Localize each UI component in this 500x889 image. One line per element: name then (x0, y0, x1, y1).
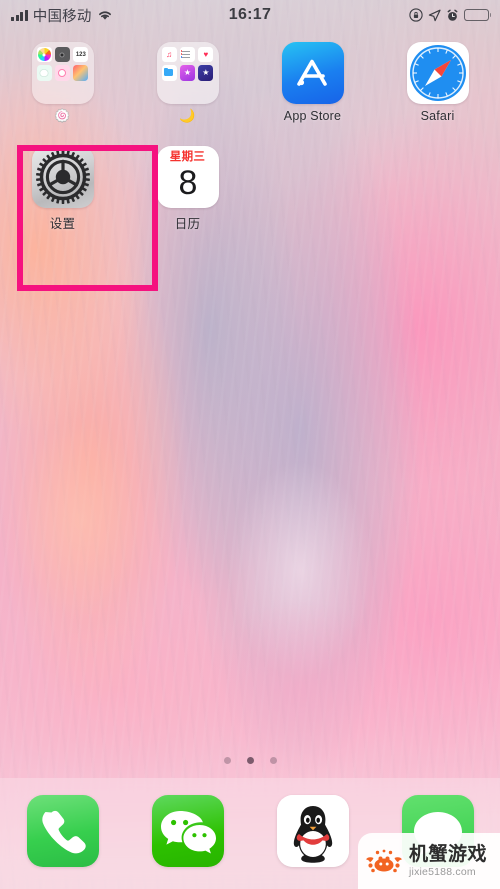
watermark-url: jixie5188.com (409, 865, 476, 878)
app-settings[interactable]: 设置 (0, 146, 125, 250)
gear-icon (31, 146, 94, 208)
qq-penguin-icon (276, 795, 349, 867)
mini-music-icon: ♫ (161, 47, 177, 63)
folder-2-label: 🌙 (179, 108, 196, 123)
app-row-1: 123 🍥 ♫ ♥ ★ ★ 🌙 App Store Safari (0, 42, 500, 146)
dock-cell-wechat[interactable] (125, 795, 250, 867)
watermark-text: 机蟹游戏 jixie5188.com (409, 845, 487, 878)
app-app-store[interactable]: App Store (250, 42, 375, 146)
mini-files-icon (161, 65, 177, 81)
app-calendar[interactable]: 星期三 8 日历 (125, 146, 250, 250)
app-store-icon (281, 42, 344, 104)
phone-handset-icon (26, 795, 99, 867)
carrier-label: 中国移动 (32, 8, 92, 25)
wechat-bubbles-icon (151, 795, 224, 867)
calendar-label: 日历 (174, 217, 201, 231)
app-safari[interactable]: Safari (375, 42, 500, 146)
mini-camera-icon (54, 47, 71, 63)
app-folder-1[interactable]: 123 🍥 (0, 42, 125, 146)
mini-calculator-icon: 123 (73, 47, 89, 63)
mini-appstore-dark-icon: ★ (198, 65, 214, 81)
signal-bars-icon (11, 9, 28, 21)
mini-pink-ring-app-icon (54, 65, 71, 81)
page-dot-1[interactable] (223, 757, 231, 764)
crab-logo-icon (364, 845, 404, 877)
empty-cell (250, 146, 375, 250)
calendar-day-of-week: 星期三 (169, 151, 206, 163)
status-bar-right (409, 8, 492, 22)
folder-preview: 123 (31, 42, 94, 104)
site-watermark: 机蟹游戏 jixie5188.com (358, 833, 500, 889)
settings-label: 设置 (49, 217, 76, 231)
mini-reminders-icon (179, 47, 196, 63)
folder-1-label: 🍥 (54, 108, 71, 123)
safari-label: Safari (420, 109, 455, 123)
app-row-2: 设置 星期三 8 日历 (0, 146, 500, 250)
mini-face-app-icon (36, 65, 52, 81)
app-icon-grid: 123 🍥 ♫ ♥ ★ ★ 🌙 App Store Safari 设置 星期三 … (0, 42, 500, 250)
mini-photos-icon (36, 47, 52, 63)
empty-cell (375, 146, 500, 250)
dock-cell-phone[interactable] (0, 795, 125, 867)
page-dot-3[interactable] (269, 757, 277, 764)
iphone-home-screen: 中国移动 16:17 123 🍥 ♫ ♥ ★ ★ 🌙 App Store Saf… (0, 0, 500, 889)
watermark-title: 机蟹游戏 (409, 843, 488, 865)
page-indicator-dots[interactable] (0, 757, 500, 764)
wifi-icon (97, 9, 113, 21)
safari-compass-icon (406, 42, 469, 104)
folder-preview: ♫ ♥ ★ ★ (156, 42, 219, 104)
location-arrow-icon (428, 9, 441, 22)
status-bar: 中国移动 16:17 (0, 0, 500, 30)
mini-colorful-app-icon (73, 65, 89, 81)
rotation-lock-icon (409, 8, 423, 22)
battery-icon (464, 9, 492, 21)
alarm-clock-icon (446, 9, 459, 22)
dock-cell-qq[interactable] (250, 795, 375, 867)
app-folder-2[interactable]: ♫ ♥ ★ ★ 🌙 (125, 42, 250, 146)
app-store-label: App Store (283, 109, 342, 123)
mini-health-icon: ♥ (198, 47, 214, 63)
calendar-icon: 星期三 8 (156, 146, 219, 208)
page-dot-2-active[interactable] (246, 757, 254, 764)
status-bar-left: 中国移动 (11, 5, 113, 26)
mini-itunes-store-icon: ★ (179, 65, 196, 81)
calendar-day-number: 8 (178, 163, 198, 202)
